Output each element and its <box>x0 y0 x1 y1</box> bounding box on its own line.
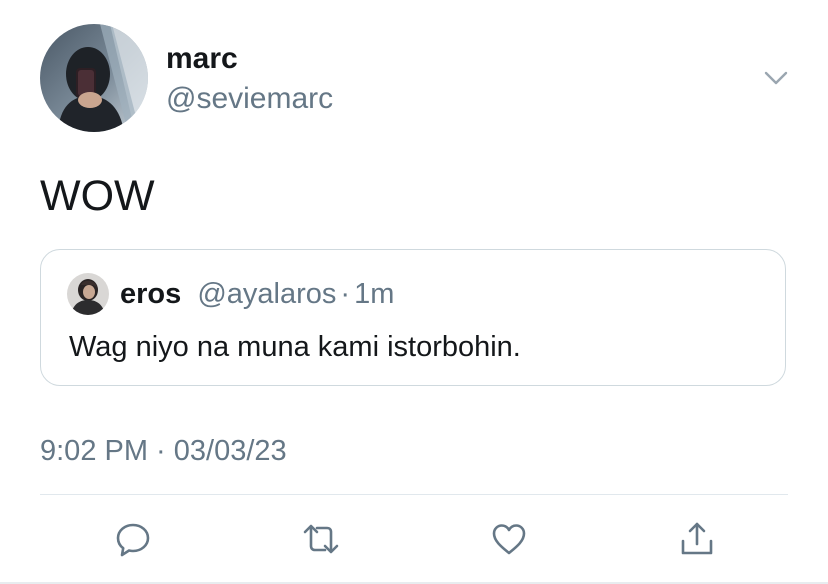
share-button[interactable] <box>674 516 720 562</box>
like-button[interactable] <box>486 516 532 562</box>
quoted-author-avatar[interactable] <box>67 273 109 315</box>
like-icon <box>492 524 526 555</box>
quoted-tweet-card[interactable]: eros @ayalaros · 1m Wag niyo na muna kami … <box>40 249 786 386</box>
reply-button[interactable] <box>110 516 156 562</box>
quoted-tweet-age: 1m <box>354 278 395 310</box>
divider <box>40 494 788 495</box>
avatar-photo <box>40 24 148 132</box>
author-display-name[interactable]: marc <box>166 40 238 78</box>
retweet-button[interactable] <box>298 516 344 562</box>
quoted-author-name[interactable]: eros <box>120 278 181 310</box>
quoted-meta-separator: · <box>340 278 351 310</box>
quoted-author-handle[interactable]: @ayalaros <box>197 278 336 310</box>
tweet-timestamp[interactable]: 9:02 PM · 03/03/23 <box>40 432 287 470</box>
quoted-avatar-photo <box>67 273 109 315</box>
author-avatar[interactable] <box>40 24 148 132</box>
tweet-text: WOW <box>40 172 155 220</box>
quoted-tweet-text: Wag niyo na muna kami istorbohin. <box>69 331 521 363</box>
reply-icon <box>116 523 150 557</box>
share-icon <box>681 522 713 555</box>
retweet-icon <box>303 524 339 554</box>
quoted-tweet-header: eros @ayalaros · 1m <box>120 276 394 312</box>
chevron-down-icon[interactable] <box>760 64 792 92</box>
author-handle[interactable]: @seviemarc <box>166 80 333 118</box>
